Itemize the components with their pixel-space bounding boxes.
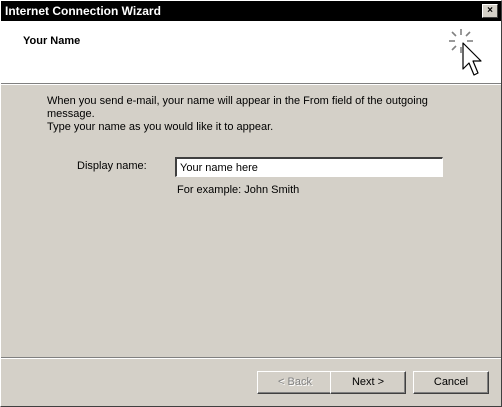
back-button[interactable]: < Back bbox=[257, 371, 333, 394]
footer-separator bbox=[1, 357, 501, 359]
display-name-input[interactable] bbox=[175, 157, 443, 177]
close-button[interactable]: × bbox=[482, 4, 498, 18]
intro-text: When you send e-mail, your name will app… bbox=[47, 95, 428, 133]
cancel-button[interactable]: Cancel bbox=[413, 371, 489, 394]
header-separator bbox=[1, 83, 501, 85]
display-name-label: Display name: bbox=[77, 160, 147, 172]
next-button[interactable]: Next > bbox=[330, 371, 406, 394]
example-text: For example: John Smith bbox=[177, 184, 300, 196]
wizard-cursor-sparkle-icon bbox=[449, 29, 482, 76]
wizard-window: Internet Connection Wizard × Your Name W… bbox=[0, 0, 502, 407]
window-title: Internet Connection Wizard bbox=[5, 4, 161, 18]
title-bar: Internet Connection Wizard × bbox=[1, 1, 501, 21]
page-heading: Your Name bbox=[23, 35, 81, 47]
wizard-header: Your Name bbox=[1, 21, 501, 83]
